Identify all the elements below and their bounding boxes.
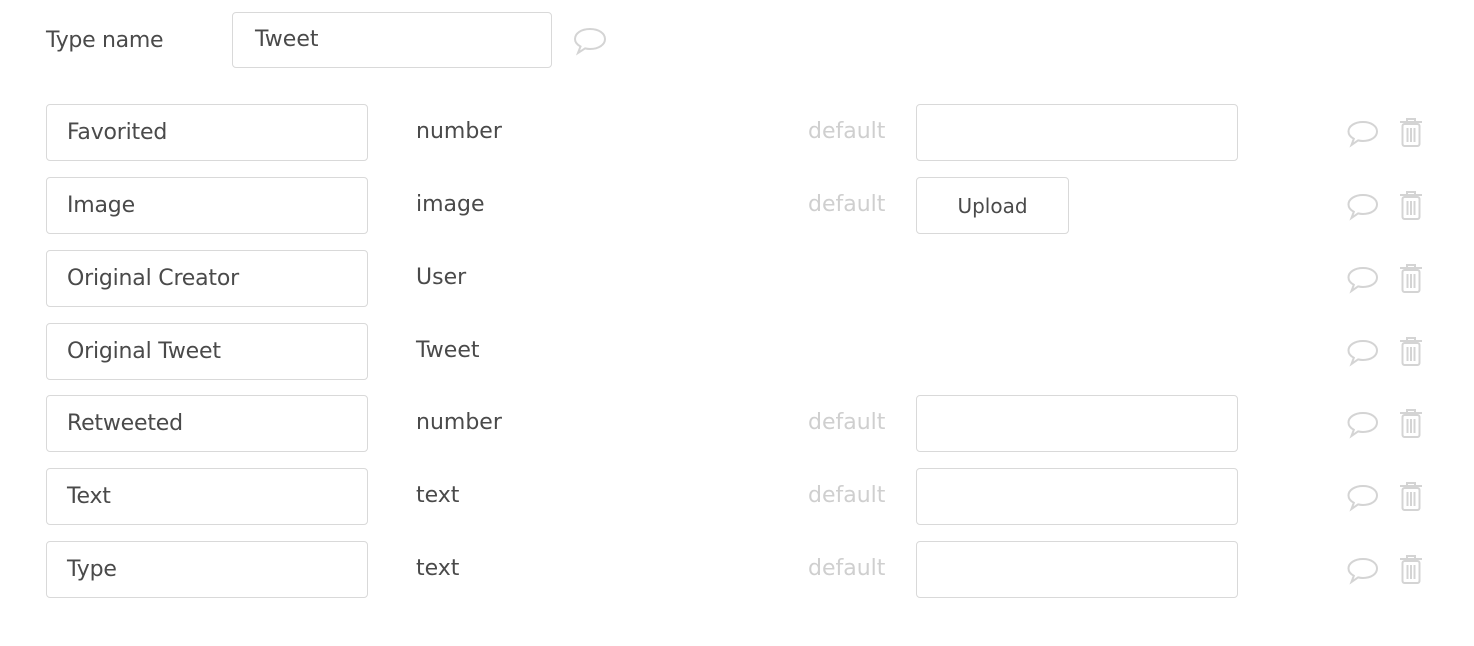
field-row: Type text default xyxy=(0,541,1474,598)
trash-icon[interactable] xyxy=(1398,190,1424,226)
trash-icon[interactable] xyxy=(1398,481,1424,517)
default-value-input[interactable] xyxy=(916,541,1238,598)
trash-icon[interactable] xyxy=(1398,408,1424,444)
field-name-input[interactable]: Retweeted xyxy=(46,395,368,452)
trash-icon[interactable] xyxy=(1398,336,1424,372)
field-row: Favorited number default xyxy=(0,104,1474,161)
comment-icon[interactable] xyxy=(1346,266,1380,298)
default-value-input[interactable] xyxy=(916,468,1238,525)
default-value-input[interactable] xyxy=(916,395,1238,452)
default-label: default xyxy=(808,556,886,581)
comment-icon[interactable] xyxy=(1346,484,1380,516)
comment-icon[interactable] xyxy=(1346,339,1380,371)
field-type: image xyxy=(416,192,485,217)
field-name-input[interactable]: Original Tweet xyxy=(46,323,368,380)
trash-icon[interactable] xyxy=(1398,263,1424,299)
field-name-input[interactable]: Original Creator xyxy=(46,250,368,307)
field-name-input[interactable]: Text xyxy=(46,468,368,525)
upload-button[interactable]: Upload xyxy=(916,177,1069,234)
field-type: Tweet xyxy=(416,338,480,363)
type-name-header: Type name Tweet xyxy=(0,12,1474,70)
field-row: Retweeted number default xyxy=(0,395,1474,452)
comment-icon[interactable] xyxy=(1346,411,1380,443)
comment-icon[interactable] xyxy=(1346,557,1380,589)
comment-icon[interactable] xyxy=(572,26,608,60)
default-value-input[interactable] xyxy=(916,104,1238,161)
type-name-label: Type name xyxy=(46,28,164,53)
field-type: number xyxy=(416,119,502,144)
field-row: Original Tweet Tweet xyxy=(0,323,1474,380)
trash-icon[interactable] xyxy=(1398,554,1424,590)
field-type: User xyxy=(416,265,467,290)
field-name-input[interactable]: Favorited xyxy=(46,104,368,161)
field-name-input[interactable]: Image xyxy=(46,177,368,234)
type-name-input[interactable]: Tweet xyxy=(232,12,552,68)
default-label: default xyxy=(808,192,886,217)
default-label: default xyxy=(808,483,886,508)
comment-icon[interactable] xyxy=(1346,120,1380,152)
field-type: number xyxy=(416,410,502,435)
trash-icon[interactable] xyxy=(1398,117,1424,153)
comment-icon[interactable] xyxy=(1346,193,1380,225)
default-label: default xyxy=(808,119,886,144)
default-label: default xyxy=(808,410,886,435)
field-type: text xyxy=(416,483,460,508)
field-type: text xyxy=(416,556,460,581)
field-name-input[interactable]: Type xyxy=(46,541,368,598)
field-row: Image image default Upload xyxy=(0,177,1474,234)
field-row: Text text default xyxy=(0,468,1474,525)
field-row: Original Creator User xyxy=(0,250,1474,307)
